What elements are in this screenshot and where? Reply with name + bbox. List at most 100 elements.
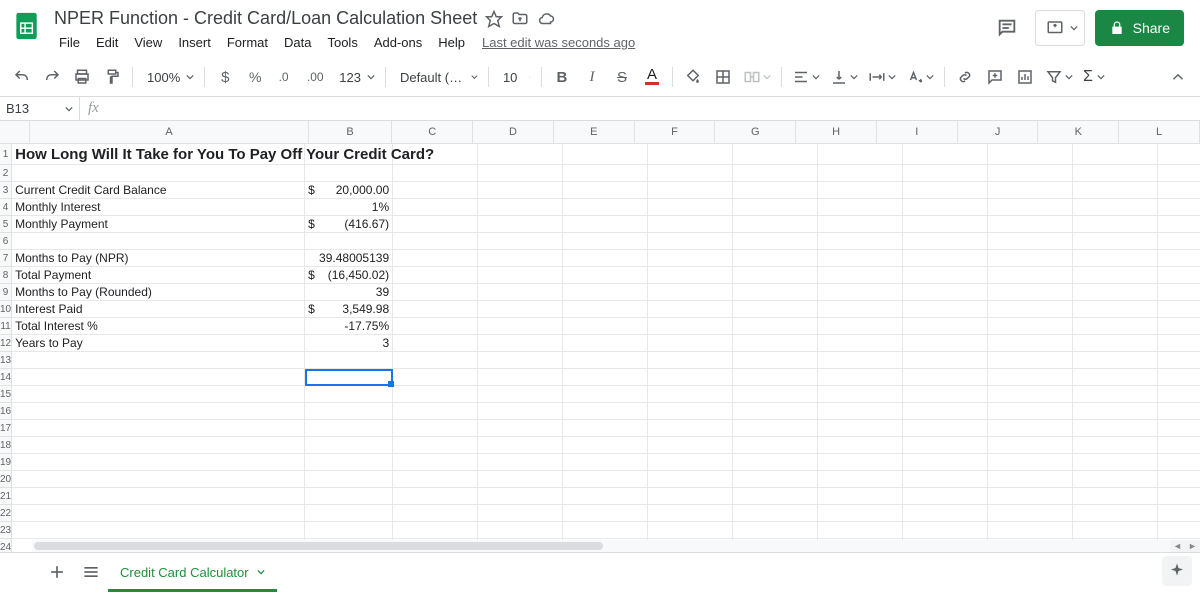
cell[interactable] [648,301,733,317]
cell[interactable] [478,199,563,215]
cell[interactable] [305,471,393,487]
cell[interactable] [988,505,1073,521]
cell[interactable]: 39 [305,284,393,300]
cell[interactable] [903,199,988,215]
cell[interactable] [818,335,903,351]
cell[interactable] [1073,233,1158,249]
cell[interactable] [818,488,903,504]
cell[interactable] [903,165,988,181]
cell[interactable] [12,420,305,436]
cell[interactable] [818,386,903,402]
cell[interactable] [733,165,818,181]
last-edit-link[interactable]: Last edit was seconds ago [474,31,643,54]
cell[interactable] [563,420,648,436]
cell[interactable] [988,301,1073,317]
star-icon[interactable] [485,10,503,28]
cell[interactable] [563,267,648,283]
cell[interactable] [305,454,393,470]
cell[interactable] [478,216,563,232]
cell[interactable] [1158,522,1200,538]
insert-chart-icon[interactable] [1011,63,1039,91]
cell[interactable] [393,420,478,436]
cell[interactable] [988,522,1073,538]
menu-tools[interactable]: Tools [320,31,364,54]
horizontal-align-dropdown[interactable] [788,63,824,91]
cell[interactable] [818,267,903,283]
cell[interactable] [393,267,478,283]
cell[interactable] [1158,284,1200,300]
cell[interactable] [563,352,648,368]
cell[interactable] [988,403,1073,419]
cell[interactable] [393,250,478,266]
cell[interactable] [478,335,563,351]
cell[interactable] [733,144,818,164]
cell[interactable] [563,488,648,504]
row-header[interactable]: 6 [0,233,11,250]
cells-area[interactable]: How Long Will It Take for You To Pay Off… [12,144,1200,552]
cell[interactable] [563,386,648,402]
cell[interactable] [733,233,818,249]
cell[interactable] [818,301,903,317]
cell[interactable] [12,505,305,521]
cell[interactable] [648,216,733,232]
cell[interactable] [1073,437,1158,453]
cell[interactable] [1158,403,1200,419]
cell[interactable] [733,488,818,504]
cell[interactable] [563,216,648,232]
cell[interactable] [733,505,818,521]
cell[interactable] [1158,386,1200,402]
col-header[interactable]: D [473,121,554,143]
print-icon[interactable] [68,63,96,91]
cell[interactable] [1158,267,1200,283]
cell[interactable] [988,144,1073,164]
cell[interactable] [305,420,393,436]
cell[interactable] [648,437,733,453]
row-header[interactable]: 4 [0,199,11,216]
col-header[interactable]: F [635,121,716,143]
cell[interactable] [478,301,563,317]
cell[interactable] [648,284,733,300]
cell[interactable] [12,471,305,487]
italic-icon[interactable]: I [578,63,606,91]
increase-decimal-icon[interactable]: .00 [301,63,329,91]
row-header[interactable]: 2 [0,165,11,182]
cell[interactable] [305,505,393,521]
cell[interactable] [478,505,563,521]
cell[interactable] [903,233,988,249]
cell[interactable] [648,369,733,385]
cell[interactable] [563,144,648,164]
cell[interactable]: Monthly Interest [12,199,305,215]
cell[interactable] [818,522,903,538]
col-header[interactable]: C [392,121,473,143]
cell[interactable] [988,471,1073,487]
row-header[interactable]: 19 [0,454,11,471]
cell[interactable] [733,284,818,300]
row-header[interactable]: 8 [0,267,11,284]
cell[interactable] [1073,267,1158,283]
cell[interactable] [733,522,818,538]
cell[interactable] [478,165,563,181]
cell[interactable] [1158,488,1200,504]
cell[interactable] [12,403,305,419]
row-header[interactable]: 11 [0,318,11,335]
cell[interactable] [903,352,988,368]
cell[interactable] [12,386,305,402]
cell[interactable] [12,233,305,249]
cell[interactable] [903,505,988,521]
row-header[interactable]: 13 [0,352,11,369]
cell[interactable] [1158,216,1200,232]
row-header[interactable]: 15 [0,386,11,403]
cell[interactable] [988,250,1073,266]
cell[interactable] [648,403,733,419]
col-header[interactable]: A [30,121,308,143]
cell[interactable] [1073,386,1158,402]
cell[interactable] [305,233,393,249]
collapse-toolbar-icon[interactable] [1164,63,1192,91]
redo-icon[interactable] [38,63,66,91]
cell[interactable] [393,301,478,317]
explore-button[interactable] [1162,556,1192,586]
row-header[interactable]: 14 [0,369,11,386]
cell[interactable] [733,182,818,198]
cell[interactable] [818,144,903,164]
cell[interactable] [903,420,988,436]
